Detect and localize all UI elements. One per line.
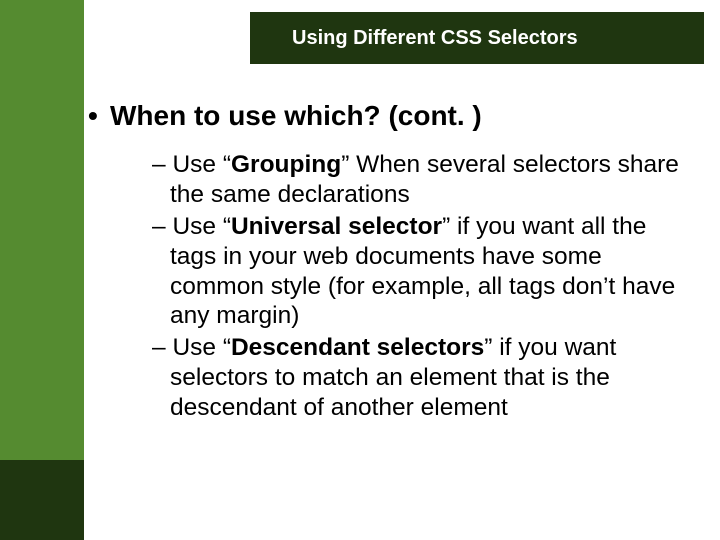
slide-title-bar: Using Different CSS Selectors [250, 12, 704, 64]
bullet-text-pre: Use “ [172, 213, 231, 240]
bullet-dash: – [152, 213, 172, 240]
slide-content: When to use which? (cont. ) – Use “Group… [96, 100, 696, 425]
bullet-text-bold: Universal selector [231, 213, 442, 240]
list-item: – Use “Descendant selectors” if you want… [152, 333, 696, 423]
bullet-text-bold: Descendant selectors [231, 334, 484, 361]
list-item: – Use “Grouping” When several selectors … [152, 150, 696, 210]
slide-title: Using Different CSS Selectors [292, 27, 578, 50]
list-item: – Use “Universal selector” if you want a… [152, 212, 696, 332]
sidebar-accent-top [0, 0, 84, 460]
slide: Using Different CSS Selectors When to us… [0, 0, 720, 540]
bullet-text-pre: Use “ [172, 334, 231, 361]
bullet-list: – Use “Grouping” When several selectors … [96, 150, 696, 423]
bullet-text-pre: Use “ [172, 151, 231, 178]
bullet-dash: – [152, 334, 172, 361]
bullet-text-bold: Grouping [231, 151, 341, 178]
content-heading: When to use which? (cont. ) [96, 100, 696, 132]
bullet-dash: – [152, 151, 172, 178]
sidebar-accent-bottom [0, 460, 84, 540]
